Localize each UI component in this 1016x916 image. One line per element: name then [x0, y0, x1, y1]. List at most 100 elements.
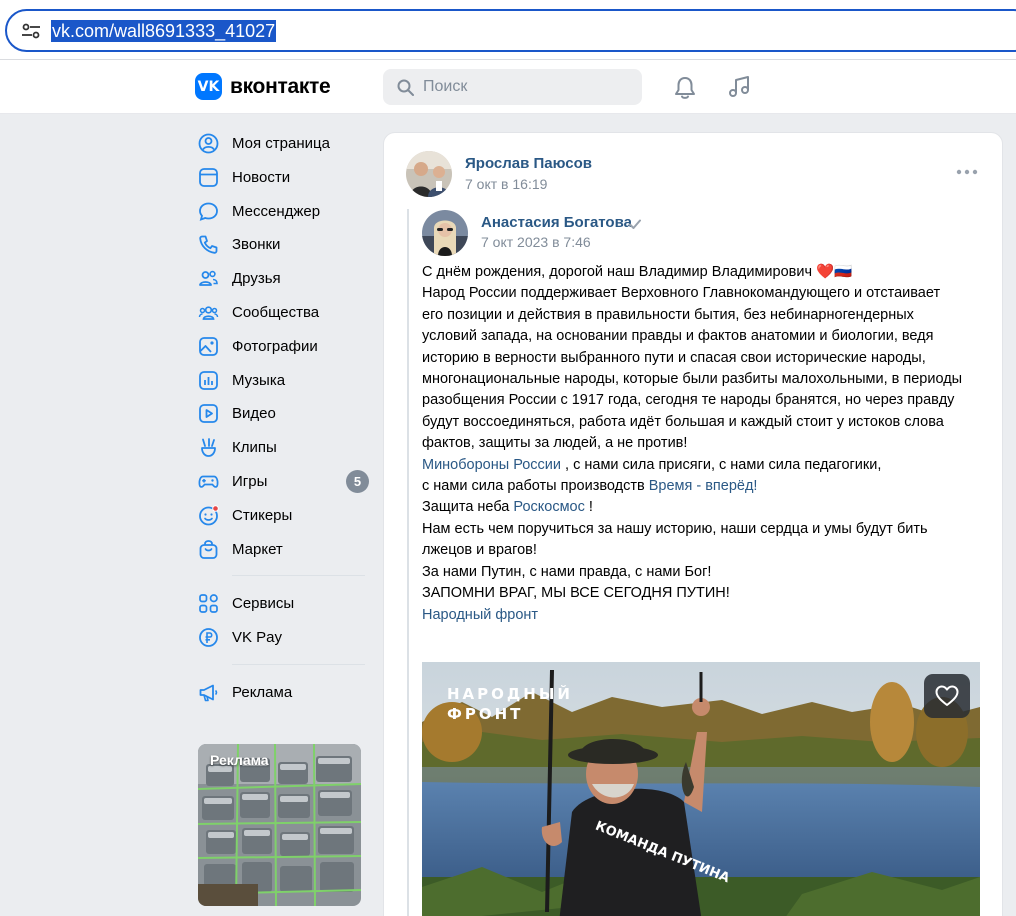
sidebar-item-label: Мессенджер	[232, 202, 321, 220]
post-link[interactable]: Время - вперёд!	[649, 478, 758, 494]
post-text-fragment: с нами сила работы производств	[422, 478, 649, 495]
search-box[interactable]	[383, 69, 642, 105]
post-text-fragment: Нам есть чем поручиться за нашу историю,…	[422, 520, 928, 537]
sidebar-item-label: Музыка	[232, 371, 286, 389]
post-text-fragment: , с нами сила присяги, с нами сила педаг…	[561, 456, 882, 473]
post-text-line: многонациональные народы, которые были р…	[422, 369, 992, 390]
url-text[interactable]: vk.com/wall8691333_41027	[51, 20, 277, 42]
post-text-fragment: Народ России поддерживает Верховного Гла…	[422, 285, 941, 302]
sidebar-ad-banner[interactable]: Реклама	[198, 744, 361, 906]
post-date[interactable]: 7 окт в 16:19	[465, 176, 547, 192]
sidebar-item-games[interactable]: Игры 5	[190, 464, 375, 498]
phone-icon	[199, 235, 218, 255]
sidebar-item-label: VK Pay	[232, 629, 283, 647]
sidebar-item-my-page[interactable]: Моя страница	[190, 126, 375, 160]
video-brand-line1: НАРОДНЫЙ	[447, 685, 573, 703]
music-note-icon[interactable]	[727, 75, 751, 99]
post-text-fragment: ЗАПОМНИ ВРАГ, МЫ ВСЕ СЕГОДНЯ ПУТИН!	[422, 585, 730, 602]
post-text-fragment: !	[584, 499, 593, 516]
post-text-fragment: многонациональные народы, которые были р…	[422, 371, 963, 388]
site-settings-icon[interactable]	[21, 23, 41, 39]
communities-icon	[198, 306, 219, 320]
vk-logo-text: вконтакте	[230, 74, 331, 98]
post-text-fragment: лжецов и врагов!	[422, 542, 537, 559]
sidebar-item-stickers[interactable]: Стикеры	[190, 498, 375, 532]
sidebar-item-communities[interactable]: Сообщества	[190, 295, 375, 329]
sidebar-item-friends[interactable]: Друзья	[190, 261, 375, 295]
sidebar-divider	[232, 663, 365, 665]
music-bars-icon	[199, 370, 218, 390]
sidebar-item-label: Стикеры	[232, 506, 293, 524]
post-text-line: За нами Путин, с нами правда, с нами Бог…	[422, 562, 992, 583]
post-author-name[interactable]: Ярослав Паюсов	[465, 155, 592, 172]
video-brand-caption: НАРОДНЫЙ ФРОНТ	[447, 684, 573, 724]
video-icon	[199, 404, 218, 424]
heart-icon	[935, 685, 959, 706]
search-input[interactable]	[423, 75, 623, 99]
services-grid-icon	[199, 594, 218, 614]
author-avatar[interactable]	[406, 151, 452, 197]
repost-date[interactable]: 7 окт 2023 в 7:46	[481, 234, 591, 250]
wall-post: Ярослав Паюсов 7 окт в 16:19 Анастасия Б…	[383, 132, 1003, 916]
sidebar-item-market[interactable]: Маркет	[190, 532, 375, 566]
post-text-line: с нами сила работы производств Время - в…	[422, 476, 992, 497]
post-link[interactable]: Минобороны России	[422, 457, 561, 473]
user-circle-icon	[198, 133, 219, 154]
friends-icon	[199, 270, 218, 287]
sidebar-item-services[interactable]: Сервисы	[190, 586, 375, 620]
games-count-badge: 5	[346, 469, 369, 493]
post-text-line: Защита неба Роскосмос !	[422, 497, 992, 518]
left-sidebar: Моя страница Новости Мессенджер Звонки Д…	[190, 126, 375, 709]
post-text-line: Минобороны России , с нами сила присяги,…	[422, 455, 992, 476]
sidebar-item-label: Звонки	[232, 236, 281, 254]
post-text-line: Нам есть чем поручиться за нашу историю,…	[422, 519, 992, 540]
gamepad-icon	[198, 475, 219, 488]
post-text-line: Народ России поддерживает Верховного Гла…	[422, 283, 992, 304]
post-text-fragment: Защита неба	[422, 499, 514, 516]
bell-icon[interactable]	[674, 76, 696, 100]
video-brand-line2: ФРОНТ	[447, 705, 524, 723]
post-link[interactable]: Народный фронт	[422, 607, 538, 623]
sidebar-item-label: Друзья	[232, 270, 281, 288]
sidebar-item-label: Игры	[232, 472, 268, 490]
post-text-line: лжецов и врагов!	[422, 540, 992, 561]
like-button[interactable]	[924, 674, 970, 718]
sidebar-item-clips[interactable]: Клипы	[190, 430, 375, 464]
sidebar-item-news[interactable]: Новости	[190, 160, 375, 194]
sidebar-item-calls[interactable]: Звонки	[190, 227, 375, 261]
sidebar-item-messenger[interactable]: Мессенджер	[190, 194, 375, 228]
market-bag-icon	[199, 539, 218, 559]
post-text-line: его позиции и действия в правильности бы…	[422, 305, 992, 326]
sidebar-item-label: Фотографии	[232, 337, 318, 355]
browser-toolbar: vk.com/wall8691333_41027	[0, 0, 1016, 60]
repost-author-name[interactable]: Анастасия Богатова	[481, 214, 632, 231]
sidebar-item-vk-pay[interactable]: VK Pay	[190, 620, 375, 654]
sidebar-item-label: Сервисы	[232, 595, 295, 613]
post-video-preview[interactable]: КОМАНДА ПУТИНА НАРОДНЫЙ ФРОНТ	[422, 662, 980, 916]
sidebar-divider	[232, 575, 365, 577]
post-text-line: С днём рождения, дорогой наш Владимир Вл…	[422, 262, 992, 283]
sidebar-item-music[interactable]: Музыка	[190, 363, 375, 397]
post-text-fragment: разобщения России с 1917 года, сегодня т…	[422, 392, 955, 409]
post-text-line: будут воссоединяться, работа идёт больша…	[422, 412, 992, 433]
address-bar[interactable]: vk.com/wall8691333_41027	[5, 9, 1016, 52]
sidebar-item-video[interactable]: Видео	[190, 396, 375, 430]
vk-logo[interactable]: VK вконтакте	[195, 73, 331, 100]
ad-label: Реклама	[210, 752, 269, 768]
post-text-fragment: фактов, защиты за людей, а не против!	[422, 435, 688, 452]
post-text-line: условий запада, на основании правды и фа…	[422, 326, 992, 347]
photo-icon	[199, 336, 218, 356]
post-link[interactable]: Роскосмос	[513, 499, 584, 515]
vk-header: VK вконтакте	[0, 60, 1016, 114]
post-text-line: разобщения России с 1917 года, сегодня т…	[422, 390, 992, 411]
sidebar-item-label: Сообщества	[232, 303, 320, 321]
repost-author-avatar[interactable]	[422, 210, 468, 256]
sidebar-item-photos[interactable]: Фотографии	[190, 329, 375, 363]
post-text-line: Народный фронт	[422, 605, 992, 626]
post-text-fragment: С днём рождения, дорогой наш Владимир Вл…	[422, 264, 853, 280]
ad-image	[198, 744, 361, 906]
post-text: С днём рождения, дорогой наш Владимир Вл…	[422, 262, 992, 626]
post-text-fragment: его позиции и действия в правильности бы…	[422, 306, 914, 323]
sidebar-item-ads[interactable]: Реклама	[190, 675, 375, 709]
more-options-icon[interactable]	[956, 169, 978, 175]
